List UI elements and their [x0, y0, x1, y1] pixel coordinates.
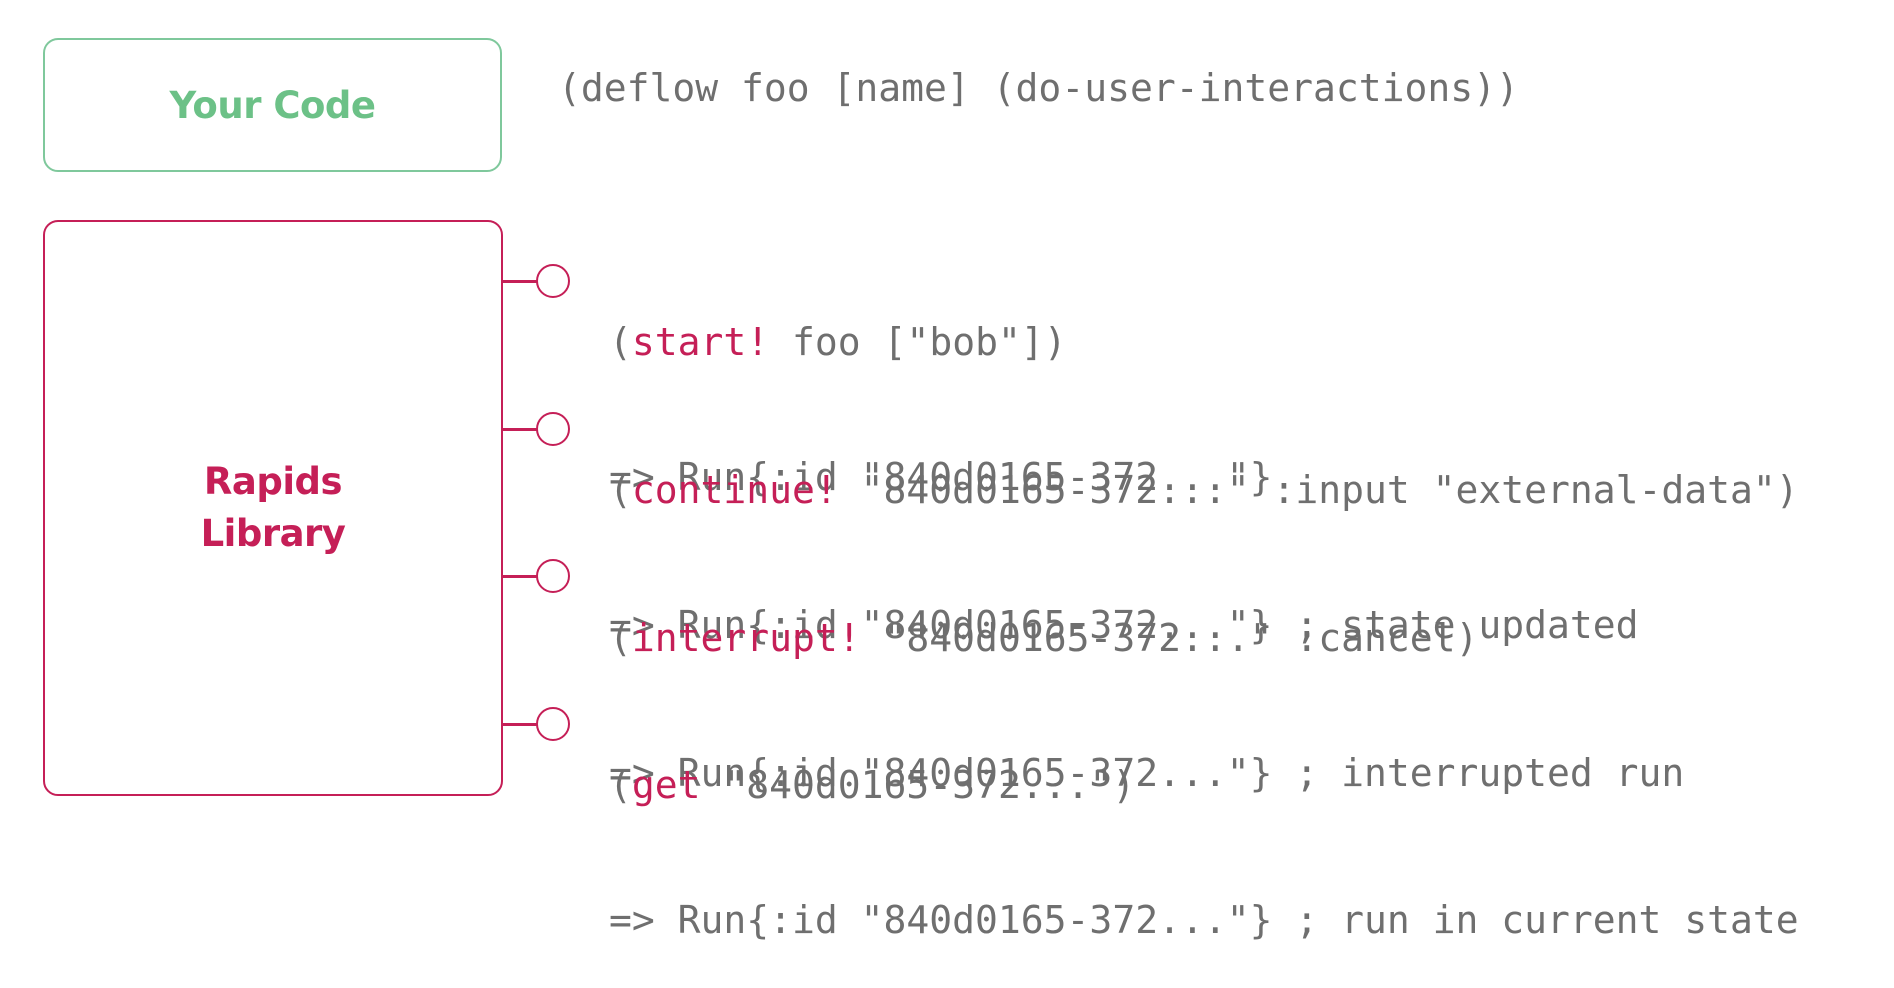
connector-line-get	[503, 723, 539, 726]
function-name: get	[631, 763, 701, 807]
connector-line-start	[503, 280, 539, 283]
api-call-get: (get "840d0165-372...") => Run{:id "840d…	[609, 673, 1799, 988]
call-args: "840d0165-372..." :input "external-data"…	[837, 468, 1799, 512]
connector-line-continue	[503, 428, 539, 431]
function-name: interrupt!	[631, 616, 861, 660]
your-code-label: Your Code	[169, 83, 376, 127]
function-name: start!	[631, 320, 770, 364]
port-circle-continue	[536, 412, 570, 446]
open-paren: (	[609, 616, 632, 660]
call-args: foo ["bob"])	[769, 320, 1067, 364]
connector-line-interrupt	[503, 575, 539, 578]
call-args: "840d0165-372..." :cancel)	[860, 616, 1479, 660]
port-circle-get	[536, 707, 570, 741]
call-args: "840d0165-372...")	[700, 763, 1136, 807]
open-paren: (	[609, 468, 632, 512]
call-line: (interrupt! "840d0165-372..." :cancel)	[609, 616, 1684, 661]
call-line: (start! foo ["bob"])	[609, 320, 1272, 365]
rapids-library-box: Rapids Library	[43, 220, 503, 796]
open-paren: (	[609, 763, 632, 807]
open-paren: (	[609, 320, 632, 364]
port-circle-interrupt	[536, 559, 570, 593]
result-line: => Run{:id "840d0165-372..."} ; run in c…	[609, 898, 1799, 942]
rapids-library-label: Rapids Library	[200, 460, 346, 555]
your-code-box: Your Code	[43, 38, 502, 172]
call-line: (continue! "840d0165-372..." :input "ext…	[609, 468, 1799, 513]
function-name: continue!	[631, 468, 838, 512]
deflow-code: (deflow foo [name] (do-user-interactions…	[558, 66, 1519, 110]
call-line: (get "840d0165-372...")	[609, 763, 1799, 808]
port-circle-start	[536, 264, 570, 298]
